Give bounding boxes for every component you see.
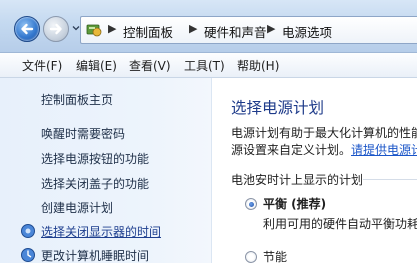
menu-tools[interactable]: 工具(T) xyxy=(184,57,225,74)
task-link-lid-close[interactable]: 选择关闭盖子的功能 xyxy=(41,175,149,192)
menu-file[interactable]: 文件(F) xyxy=(22,57,62,74)
arrow-right-icon xyxy=(49,23,62,35)
recent-pages-chevron-icon[interactable] xyxy=(72,24,80,32)
display-icon xyxy=(21,224,35,238)
task-link-sleep-time[interactable]: 更改计算机睡眠时间 xyxy=(41,247,149,264)
plan-balanced-label[interactable]: 平衡 (推荐) xyxy=(263,195,326,212)
back-button[interactable] xyxy=(14,16,40,42)
page-title: 选择电源计划 xyxy=(231,99,325,117)
plan-power-saver-label[interactable]: 节能 xyxy=(263,248,287,265)
menu-edit[interactable]: 编辑(E) xyxy=(76,57,117,74)
address-bar-area: ▶ 控制面板 ▶ 硬件和声音 ▶ 电源选项 xyxy=(0,0,417,53)
task-link-create-plan[interactable]: 创建电源计划 xyxy=(41,199,113,216)
breadcrumb-separator-icon[interactable]: ▶ xyxy=(108,22,116,35)
menu-help[interactable]: 帮助(H) xyxy=(237,57,279,74)
description-line-1: 电源计划有助于最大化计算机的性能 xyxy=(231,126,417,140)
breadcrumb-separator-icon[interactable]: ▶ xyxy=(267,22,275,35)
control-panel-home-link[interactable]: 控制面板主页 xyxy=(41,91,113,108)
menu-view[interactable]: 查看(V) xyxy=(129,57,171,74)
breadcrumb-hardware-sound[interactable]: 硬件和声音 xyxy=(204,22,267,41)
breadcrumb-control-panel[interactable]: 控制面板 xyxy=(123,22,173,41)
section-divider xyxy=(363,179,417,180)
menu-bar: 文件(F) 编辑(E) 查看(V) 工具(T) 帮助(H) xyxy=(0,53,417,78)
plan-power-saver-radio[interactable] xyxy=(245,251,257,263)
description-line-2-text: 源设置来自定义计划。 xyxy=(231,143,352,157)
address-field[interactable]: ▶ 控制面板 ▶ 硬件和声音 ▶ 电源选项 xyxy=(80,16,417,44)
task-link-wake-password[interactable]: 唤醒时需要密码 xyxy=(41,125,125,142)
power-plan-help-link[interactable]: 请提供电源计 xyxy=(351,143,417,157)
control-panel-icon xyxy=(86,24,102,37)
task-pane: 控制面板主页 唤醒时需要密码 选择电源按钮的功能 选择关闭盖子的功能 创建电源计… xyxy=(0,78,212,263)
task-link-power-button[interactable]: 选择电源按钮的功能 xyxy=(41,150,149,167)
sleep-icon xyxy=(21,248,35,262)
breadcrumb-separator-icon[interactable]: ▶ xyxy=(189,22,197,35)
plan-balanced-radio[interactable] xyxy=(245,198,257,210)
content-pane: 选择电源计划 电源计划有助于最大化计算机的性能 源设置来自定义计划。请提供电源计… xyxy=(213,78,417,265)
description-line-2: 源设置来自定义计划。请提供电源计 xyxy=(231,141,417,158)
breadcrumb-power-options[interactable]: 电源选项 xyxy=(282,22,332,41)
arrow-left-icon xyxy=(21,23,34,35)
plan-balanced-description: 利用可用的硬件自动平衡功耗与 xyxy=(263,217,417,231)
forward-button[interactable] xyxy=(43,16,69,42)
section-title: 电池安时计上显示的计划 xyxy=(231,173,364,187)
task-link-display-off[interactable]: 选择关闭显示器的时间 xyxy=(41,223,161,240)
